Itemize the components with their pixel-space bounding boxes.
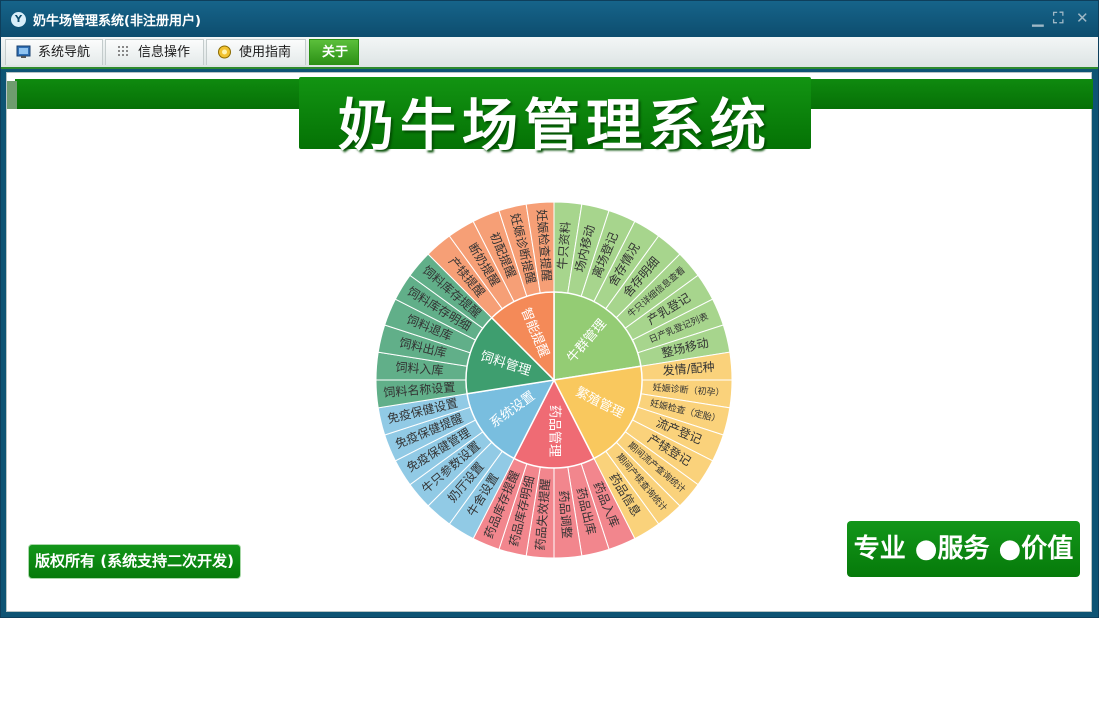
slogan-badge: 专业 ●服务 ●价值 <box>847 521 1080 577</box>
module-sunburst-chart: 牛只资料 场内移动离场登记舍存情况舍存明细牛只详细信息查看产乳登记日产乳登记列表整… <box>375 201 733 559</box>
copyright-badge: 版权所有 (系统支持二次开发) <box>28 544 241 579</box>
sunburst-group-label[interactable]: 药品管理 <box>547 405 562 457</box>
